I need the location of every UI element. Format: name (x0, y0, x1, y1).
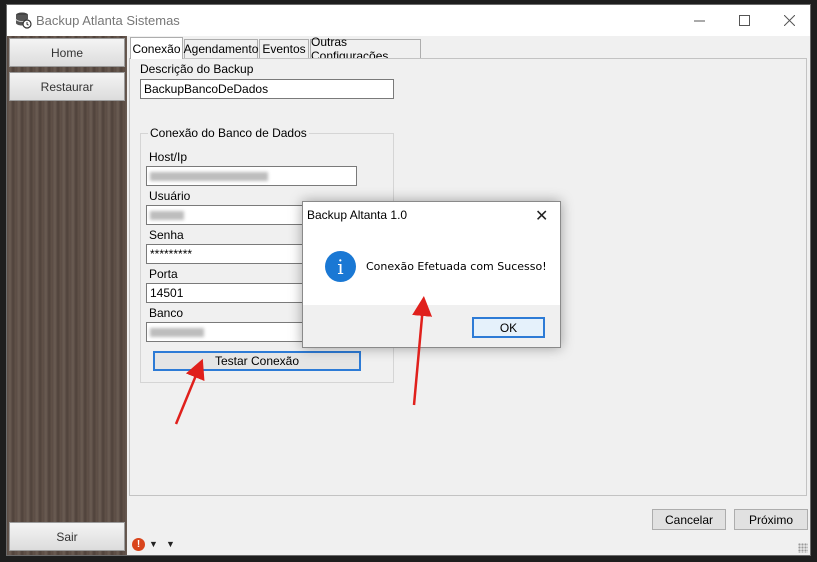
next-button[interactable]: Próximo (734, 509, 808, 530)
tab-outras-configuracoes[interactable]: Outras Configurações (310, 35, 421, 63)
dropdown-arrow-icon[interactable]: ▼ (166, 539, 175, 549)
group-title: Conexão do Banco de Dados (148, 126, 309, 140)
redacted-value (150, 172, 268, 181)
minimize-icon (693, 20, 705, 22)
database-backup-icon (15, 12, 32, 29)
exit-button[interactable]: Sair (9, 522, 125, 551)
port-label: Porta (149, 267, 178, 281)
cancel-button[interactable]: Cancelar (652, 509, 726, 530)
maximize-button[interactable] (721, 5, 767, 36)
resize-grip-icon[interactable] (798, 543, 808, 553)
database-label: Banco (149, 306, 184, 320)
sidebar-item-restaurar[interactable]: Restaurar (9, 72, 125, 101)
tab-conexao[interactable]: Conexão (130, 37, 183, 59)
sidebar: Home Restaurar Sair (7, 36, 127, 555)
maximize-icon (738, 15, 750, 26)
info-icon: i (325, 251, 356, 282)
password-label: Senha (149, 228, 184, 242)
status-bar: ! ▼ ▼ (128, 534, 810, 555)
redacted-value (150, 211, 184, 220)
description-label: Descrição do Backup (140, 62, 254, 76)
test-connection-button[interactable]: Testar Conexão (153, 351, 361, 371)
description-input[interactable]: BackupBancoDeDados (140, 79, 394, 99)
ok-button[interactable]: OK (472, 317, 545, 338)
alert-icon[interactable]: ! (132, 538, 145, 551)
sidebar-item-home[interactable]: Home (9, 38, 125, 67)
dialog-footer: OK (303, 305, 560, 347)
user-label: Usuário (149, 189, 191, 203)
tab-agendamento[interactable]: Agendamento (184, 39, 258, 58)
dialog-close-icon[interactable]: ✕ (535, 206, 548, 226)
tab-eventos[interactable]: Eventos (259, 39, 309, 58)
dropdown-arrow-icon[interactable]: ▼ (149, 539, 158, 549)
host-label: Host/Ip (149, 150, 188, 164)
dialog-message: Conexão Efetuada com Sucesso! (366, 260, 547, 273)
minimize-button[interactable] (676, 5, 722, 36)
redacted-value (150, 328, 204, 337)
close-button[interactable] (766, 5, 812, 36)
host-input[interactable] (146, 166, 357, 186)
dialog-title: Backup Altanta 1.0 (307, 208, 408, 222)
title-bar: Backup Atlanta Sistemas (7, 5, 810, 36)
window-title: Backup Atlanta Sistemas (36, 13, 180, 28)
close-icon (783, 15, 795, 26)
message-dialog: Backup Altanta 1.0 ✕ i Conexão Efetuada … (302, 201, 561, 348)
